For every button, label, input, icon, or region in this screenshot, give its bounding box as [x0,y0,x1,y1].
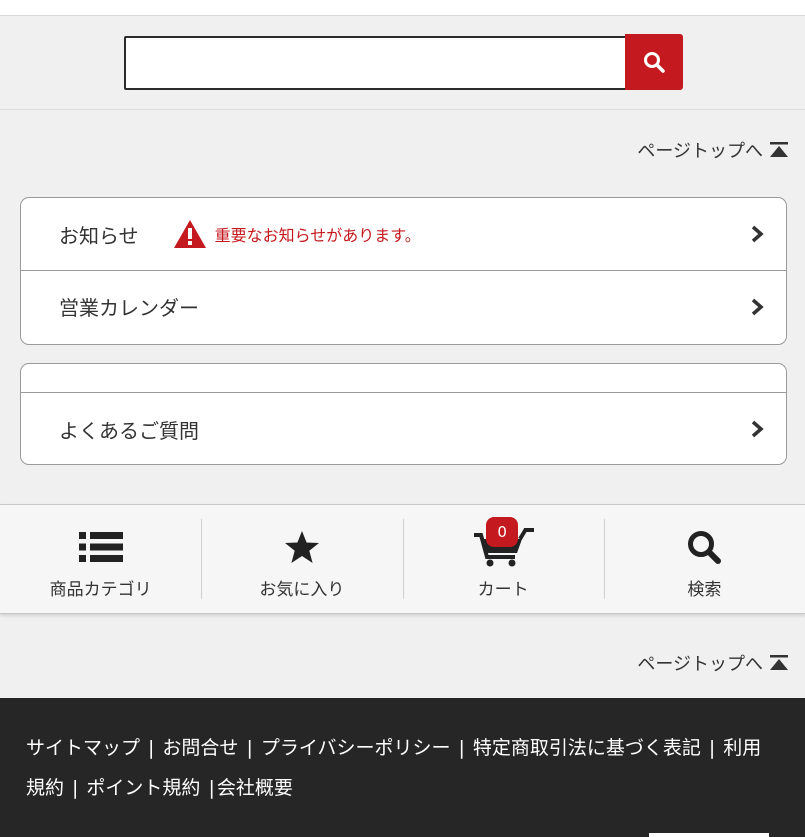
warning-triangle-icon [173,220,206,248]
nav-search-label: 検索 [687,580,722,600]
notice-row[interactable]: お知らせ 重要なお知らせがあります。 [21,198,786,270]
chevron-right-icon [751,225,764,243]
notice-label: お知らせ [59,223,139,248]
faq-label: よくあるご質問 [59,418,199,443]
arrow-up-bar-icon [770,142,788,157]
footer-link-company[interactable]: 会社概要 [217,777,293,799]
search-input[interactable] [124,36,642,90]
footer-link-legal[interactable]: 特定商取引法に基づく表記 [473,737,701,759]
chevron-right-icon [751,420,764,438]
calendar-label: 営業カレンダー [59,296,199,320]
page-top-label: ページトップへ [637,141,763,162]
footer: サイトマップ | お問合せ | プライバシーポリシー | 特定商取引法に基づく表記 | 利用規約… [0,698,805,837]
search-bar [0,16,805,110]
footer-link-privacy[interactable]: プライバシーポリシー [261,737,451,759]
footer-separator: | [246,737,253,759]
footer-separator: | [148,737,155,759]
footer-separator: | [72,777,79,799]
notice-alert: 重要なお知らせがあります。 [173,219,421,249]
search-icon [644,52,665,73]
footer-links: サイトマップ | お問合せ | プライバシーポリシー | 特定商取引法に基づく表記 | 利用規約… [26,728,779,808]
footer-link-sitemap[interactable]: サイトマップ [26,737,140,759]
top-strip [0,0,805,16]
calendar-row[interactable]: 営業カレンダー [21,270,786,342]
nav-search[interactable]: 検索 [603,505,805,613]
search-button[interactable] [625,34,683,90]
footer-link-points[interactable]: ポイント規約 [86,777,200,799]
page-top-link-bottom[interactable]: ページトップへ [637,650,789,676]
nav-category-label: 商品カテゴリ [49,580,152,600]
cart-count-badge: 0 [486,517,519,547]
arrow-up-bar-icon [770,655,788,670]
footer-separator: | [708,737,716,759]
nav-cart-label: カート [477,580,529,600]
chevron-right-icon [751,298,764,315]
page-top-label: ページトップへ [637,654,763,675]
info-card: お知らせ 重要なお知らせがあります。 営業カレンダー [20,197,787,345]
footer-separator: | [208,777,215,799]
faq-row[interactable]: よくあるご質問 [21,393,786,464]
footer-link-contact[interactable]: お問合せ [162,737,238,759]
empty-row [21,364,786,393]
list-icon [78,532,123,562]
search-icon [688,531,722,564]
notice-alert-text: 重要なお知らせがあります。 [214,226,421,245]
star-icon [284,531,319,563]
nav-favorites[interactable]: お気に入り [201,505,402,613]
nav-cart[interactable]: 0 カート [402,505,604,613]
nav-category[interactable]: 商品カテゴリ [0,505,201,613]
footer-tab [649,833,769,837]
nav-favorites-label: お気に入り [259,580,345,600]
footer-separator: | [458,737,465,759]
bottom-nav: 商品カテゴリ お気に入り 0 カート 検索 [0,504,805,614]
page-top-link[interactable]: ページトップへ [637,137,789,163]
faq-card: よくあるご質問 [20,363,787,465]
